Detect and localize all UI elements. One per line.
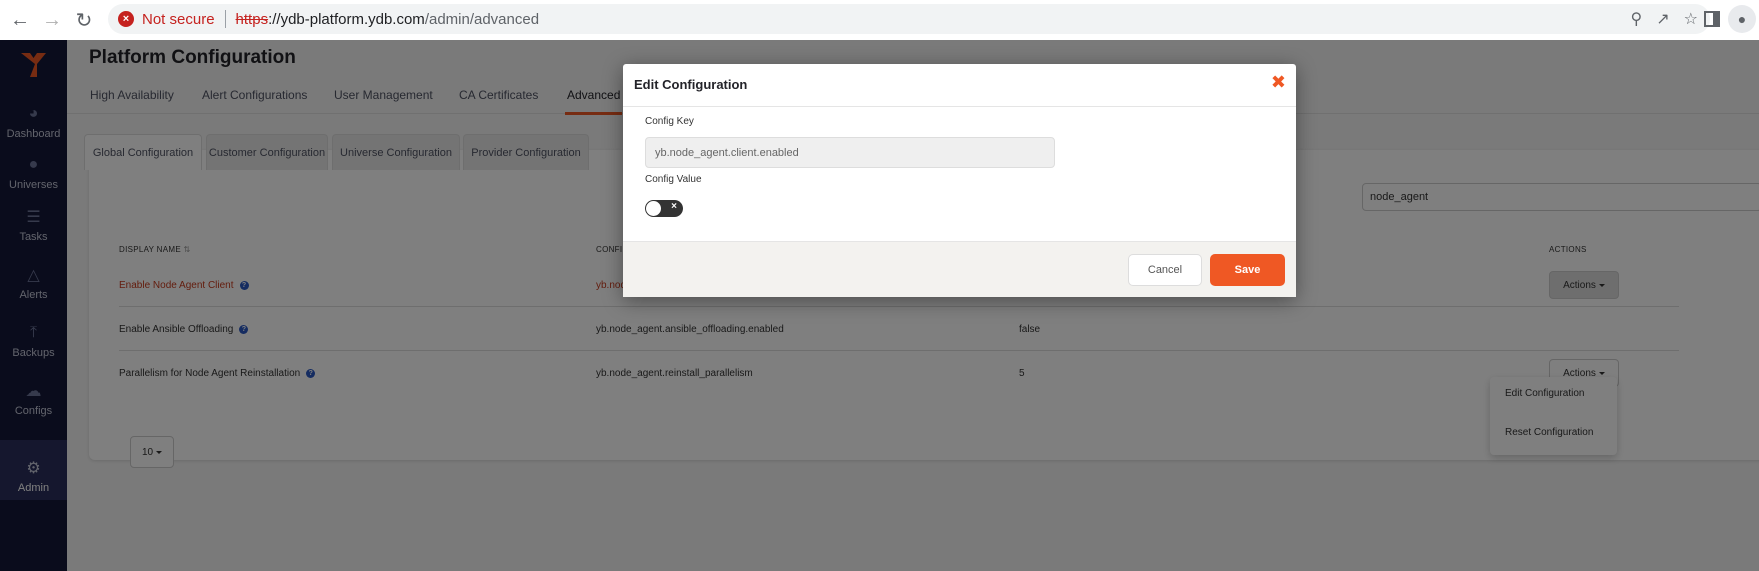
address-bar[interactable]: × Not secure https://ydb-platform.ydb.co… (108, 4, 1710, 34)
cancel-button[interactable]: Cancel (1128, 254, 1202, 286)
url-path: /admin/advanced (424, 10, 540, 28)
toggle-knob (646, 201, 661, 216)
save-button[interactable]: Save (1210, 254, 1285, 286)
zoom-icon[interactable]: ⚲ (1631, 9, 1643, 29)
not-secure-icon[interactable]: × (118, 11, 134, 27)
reload-icon[interactable]: ↻ (68, 4, 100, 36)
browser-toolbar: ← → ↻ × Not secure https://ydb-platform.… (0, 0, 1759, 40)
modal-header: Edit Configuration ✖ (623, 64, 1296, 107)
close-icon[interactable]: ✖ (1271, 73, 1286, 91)
url-scheme: https (235, 10, 269, 28)
edit-configuration-modal: Edit Configuration ✖ Config Key yb.node_… (623, 64, 1296, 297)
url-host: ://ydb-platform.ydb.com (268, 10, 425, 28)
security-label[interactable]: Not secure (142, 11, 215, 28)
config-value-toggle[interactable]: × (645, 200, 683, 217)
profile-icon[interactable]: ● (1728, 5, 1756, 33)
share-icon[interactable]: ↗ (1656, 9, 1669, 29)
side-panel-icon[interactable] (1704, 11, 1720, 27)
modal-footer: Cancel Save (623, 241, 1296, 297)
forward-icon[interactable]: → (36, 4, 68, 36)
toggle-off-icon: × (671, 201, 677, 212)
config-key-label: Config Key (645, 116, 694, 127)
config-key-field[interactable]: yb.node_agent.client.enabled (645, 137, 1055, 168)
bookmark-star-icon[interactable]: ☆ (1684, 9, 1698, 29)
back-icon[interactable]: ← (4, 4, 36, 36)
divider (224, 10, 226, 28)
url-text[interactable]: https://ydb-platform.ydb.com/admin/advan… (236, 11, 540, 28)
modal-title: Edit Configuration (634, 77, 748, 92)
config-value-label: Config Value (645, 174, 702, 185)
